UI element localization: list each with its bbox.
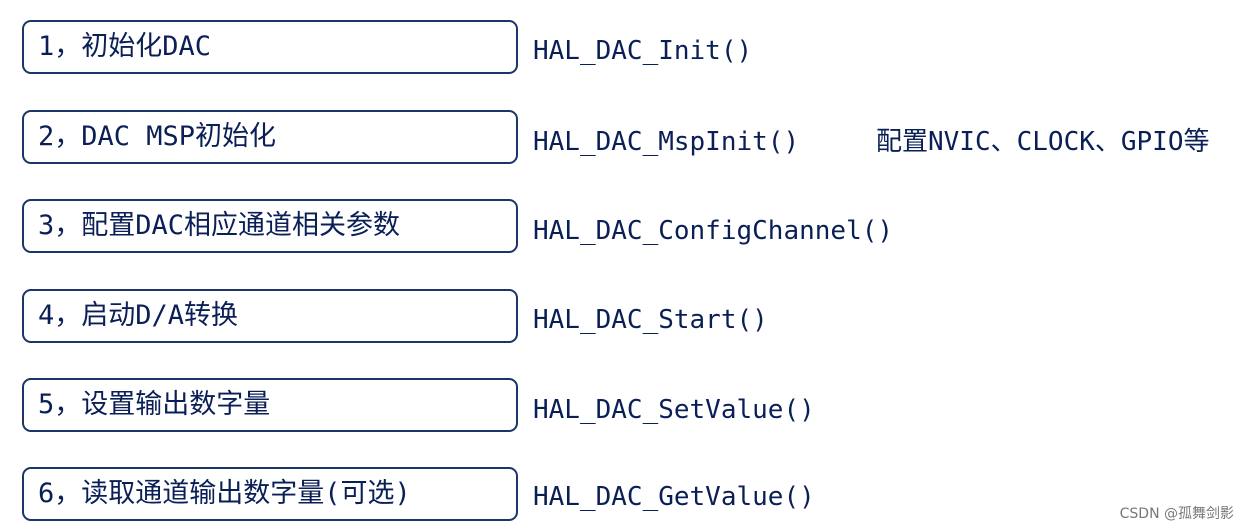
step-note-2: 配置NVIC、CLOCK、GPIO等 bbox=[876, 127, 1210, 157]
step-function-4: HAL_DAC_Start() bbox=[533, 305, 768, 335]
step-function-5: HAL_DAC_SetValue() bbox=[533, 395, 815, 425]
step-function-1: HAL_DAC_Init() bbox=[533, 36, 753, 66]
step-box-1: 1，初始化DAC bbox=[22, 20, 518, 74]
step-box-2: 2，DAC MSP初始化 bbox=[22, 110, 518, 164]
step-box-5: 5，设置输出数字量 bbox=[22, 378, 518, 432]
step-function-3: HAL_DAC_ConfigChannel() bbox=[533, 216, 894, 246]
watermark: CSDN @孤舞剑影 bbox=[1119, 506, 1234, 522]
step-box-3: 3，配置DAC相应通道相关参数 bbox=[22, 199, 518, 253]
step-box-4: 4，启动D/A转换 bbox=[22, 289, 518, 343]
step-function-6: HAL_DAC_GetValue() bbox=[533, 482, 815, 512]
step-box-6: 6，读取通道输出数字量(可选) bbox=[22, 467, 518, 521]
step-function-2: HAL_DAC_MspInit() bbox=[533, 127, 800, 157]
